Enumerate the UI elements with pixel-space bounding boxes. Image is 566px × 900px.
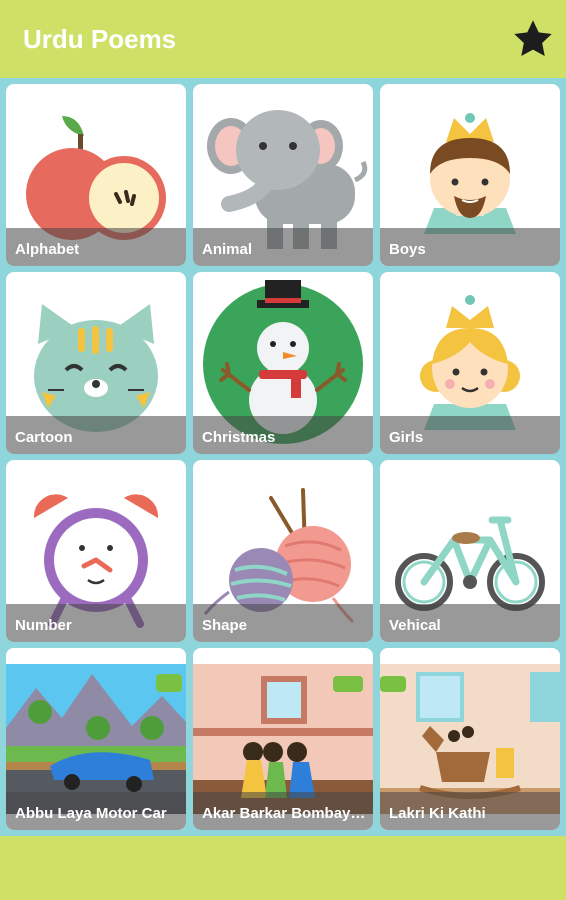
- video-title: Lakri Ki Kathi: [389, 805, 486, 822]
- video-title: Akar Barkar Bombay Bo: [202, 805, 367, 822]
- category-label: Shape: [202, 617, 248, 634]
- app-title: Urdu Poems: [23, 24, 177, 54]
- category-tile-number[interactable]: Number: [6, 460, 186, 642]
- category-label: Number: [15, 617, 72, 634]
- favorites-button[interactable]: [508, 14, 558, 64]
- category-tile-cartoon[interactable]: Cartoon: [6, 272, 186, 454]
- video-tile-lakri-ki-kathi[interactable]: Lakri Ki Kathi: [380, 648, 560, 830]
- category-label: Alphabet: [15, 241, 80, 258]
- category-label: Christmas: [202, 429, 276, 446]
- category-grid: Alphabet Animal Boys Cartoon Christmas G…: [0, 78, 566, 836]
- category-tile-vehical[interactable]: Vehical: [380, 460, 560, 642]
- star-icon: [514, 20, 552, 57]
- category-tile-boys[interactable]: Boys: [380, 84, 560, 266]
- app-bar: Urdu Poems: [0, 0, 566, 78]
- category-tile-shape[interactable]: Shape: [193, 460, 373, 642]
- category-tile-alphabet[interactable]: Alphabet: [6, 84, 186, 266]
- video-tile-abbu-laya-motor-car[interactable]: Abbu Laya Motor Car: [6, 648, 186, 830]
- category-label: Girls: [389, 429, 424, 446]
- category-tile-christmas[interactable]: Christmas: [193, 272, 373, 454]
- category-label: Cartoon: [15, 429, 73, 446]
- bottom-area: [0, 836, 566, 900]
- video-title: Abbu Laya Motor Car: [15, 805, 167, 822]
- category-tile-girls[interactable]: Girls: [380, 272, 560, 454]
- category-label: Animal: [202, 241, 253, 258]
- video-tile-akar-barkar[interactable]: Akar Barkar Bombay Bo: [193, 648, 373, 830]
- category-tile-animal[interactable]: Animal: [193, 84, 373, 266]
- category-label: Vehical: [389, 617, 441, 634]
- category-label: Boys: [389, 241, 426, 258]
